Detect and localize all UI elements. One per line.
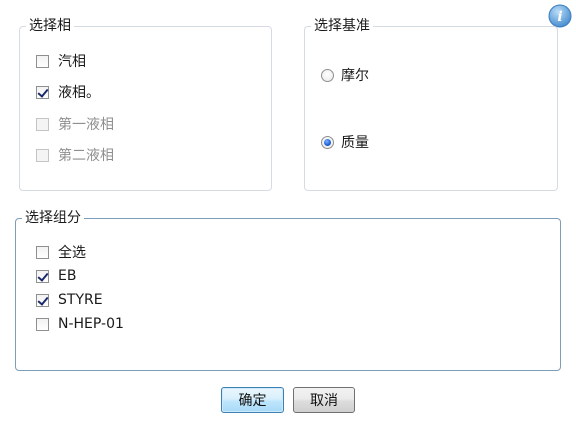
- ok-button[interactable]: 确定: [221, 387, 284, 413]
- component-n-hep-01-label: N-HEP-01: [58, 316, 124, 332]
- select-all-label: 全选: [58, 245, 86, 261]
- vapor-phase-checkbox[interactable]: 汽相: [36, 51, 86, 71]
- checkbox-box[interactable]: [36, 245, 49, 259]
- first-liquid-phase-checkbox: 第一液相: [36, 114, 114, 134]
- phase-group-title: 选择相: [26, 17, 74, 35]
- basis-selection-group: 选择基准 摩尔 质量: [304, 17, 558, 191]
- checkbox-box[interactable]: [36, 317, 49, 331]
- radio-button[interactable]: [321, 68, 334, 82]
- checkbox-box-disabled: [36, 148, 49, 162]
- cancel-button[interactable]: 取消: [293, 387, 355, 413]
- component-selection-group: 选择组分 全选 EB STYRE N-HEP-01: [15, 209, 561, 371]
- checkbox-box[interactable]: [36, 54, 49, 68]
- first-liquid-phase-label: 第一液相: [58, 117, 114, 133]
- radio-button-selected[interactable]: [321, 135, 334, 149]
- info-icon[interactable]: i: [548, 4, 572, 28]
- phase-selection-group: 选择相 汽相 液相。 第一液相 第二液相: [19, 17, 272, 191]
- basis-group-title: 选择基准: [311, 17, 373, 35]
- checkbox-box-checked[interactable]: [36, 85, 49, 99]
- liquid-phase-checkbox[interactable]: 液相。: [36, 82, 100, 102]
- checkbox-box-checked[interactable]: [36, 269, 49, 283]
- mole-basis-radio[interactable]: 摩尔: [321, 65, 369, 85]
- checkbox-box-disabled: [36, 117, 49, 131]
- component-eb-checkbox[interactable]: EB: [36, 266, 76, 286]
- liquid-phase-label: 液相。: [58, 85, 100, 101]
- second-liquid-phase-checkbox: 第二液相: [36, 145, 114, 165]
- second-liquid-phase-label: 第二液相: [58, 148, 114, 164]
- component-eb-label: EB: [58, 268, 77, 284]
- mass-basis-label: 质量: [341, 135, 369, 151]
- component-styre-label: STYRE: [58, 292, 103, 308]
- component-n-hep-01-checkbox[interactable]: N-HEP-01: [36, 314, 124, 334]
- checkbox-box-checked[interactable]: [36, 293, 49, 307]
- select-all-checkbox[interactable]: 全选: [36, 242, 86, 262]
- component-styre-checkbox[interactable]: STYRE: [36, 290, 103, 310]
- component-group-title: 选择组分: [22, 209, 84, 227]
- mole-basis-label: 摩尔: [341, 68, 369, 84]
- info-glyph: i: [557, 9, 562, 25]
- mass-basis-radio[interactable]: 质量: [321, 132, 369, 152]
- vapor-phase-label: 汽相: [58, 54, 86, 70]
